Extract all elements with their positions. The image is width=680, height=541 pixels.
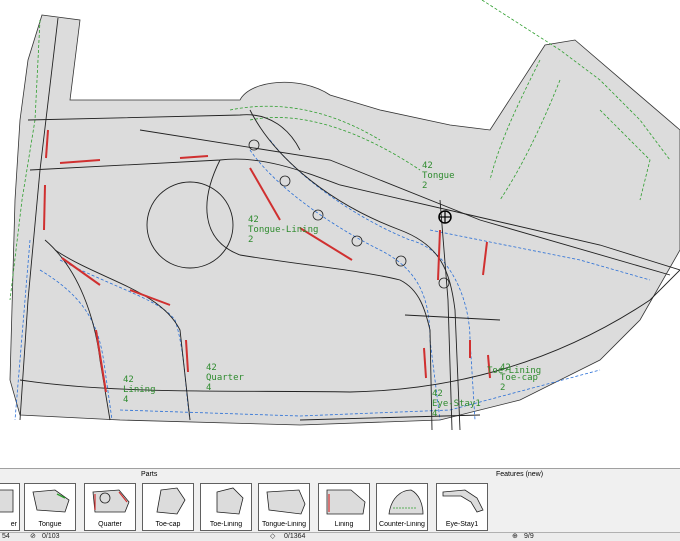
tongue-lining-label-1: 42 — [248, 215, 259, 225]
part-thumb-lining[interactable]: Lining — [318, 483, 370, 531]
part-thumb-label: Lining — [334, 521, 354, 528]
toe-lining-label-3: 2 — [500, 383, 505, 393]
tongue-label-3: 2 — [422, 181, 427, 191]
lining-label-1: 42 — [123, 375, 134, 385]
shoe-pattern-shape[interactable] — [9, 14, 680, 426]
part-thumb-0[interactable]: er — [0, 483, 20, 531]
part-thumb-label: Toe-Lining — [209, 521, 243, 528]
eye-stay-label-1: 42 — [432, 389, 443, 399]
parts-title: Parts — [141, 471, 158, 478]
part-thumb-label: Toe-cap — [155, 521, 181, 528]
part-thumb-label: Quarter — [98, 521, 122, 528]
quarter-label-2: Quarter — [206, 373, 245, 383]
part-thumb-quarter[interactable]: Quarter — [84, 483, 136, 531]
crosshair-icon[interactable] — [438, 210, 452, 224]
part-thumb-tongue[interactable]: Tongue — [24, 483, 76, 531]
tongue-lining-label-3: 2 — [248, 235, 253, 245]
quarter-label-3: 4 — [206, 383, 211, 393]
part-thumb-counter-lining[interactable]: Counter-Lining — [376, 483, 428, 531]
part-thumb-label: Tongue — [38, 521, 62, 528]
pattern-canvas[interactable]: 42 Tongue 2 42 Tongue-Lining 2 42 Quarte… — [0, 0, 680, 468]
features-title: Features (new) — [496, 471, 544, 478]
pattern-drawing[interactable]: 42 Tongue 2 42 Tongue-Lining 2 42 Quarte… — [0, 0, 680, 468]
eye-stay-label-3: 4 — [432, 409, 437, 419]
part-thumb-toe-cap[interactable]: Toe-cap — [142, 483, 194, 531]
toe-cap-label-1: Toe-cap — [500, 373, 538, 383]
tongue-lining-label-2: Tongue-Lining — [248, 225, 318, 235]
part-thumb-eye-stay1[interactable]: Eye-Stay1 — [436, 483, 488, 531]
lining-label-2: Lining — [123, 385, 156, 395]
parts-panel: Parts Features (new) er Tongue Quarter T… — [0, 468, 680, 533]
lining-label-3: 4 — [123, 395, 128, 405]
quarter-label-1: 42 — [206, 363, 217, 373]
part-thumb-label: er — [10, 521, 17, 528]
tongue-label-2: Tongue — [422, 171, 455, 181]
eye-stay-label-2: Eye-Stay1 — [432, 399, 481, 409]
part-thumb-label: Counter-Lining — [379, 521, 425, 528]
part-thumb-tongue-lining[interactable]: Tongue-Lining — [258, 483, 310, 531]
part-thumb-toe-lining[interactable]: Toe-Lining — [200, 483, 252, 531]
part-thumb-label: Tongue-Lining — [262, 521, 306, 528]
part-thumb-label: Eye-Stay1 — [445, 521, 479, 528]
tongue-label-1: 42 — [422, 161, 433, 171]
